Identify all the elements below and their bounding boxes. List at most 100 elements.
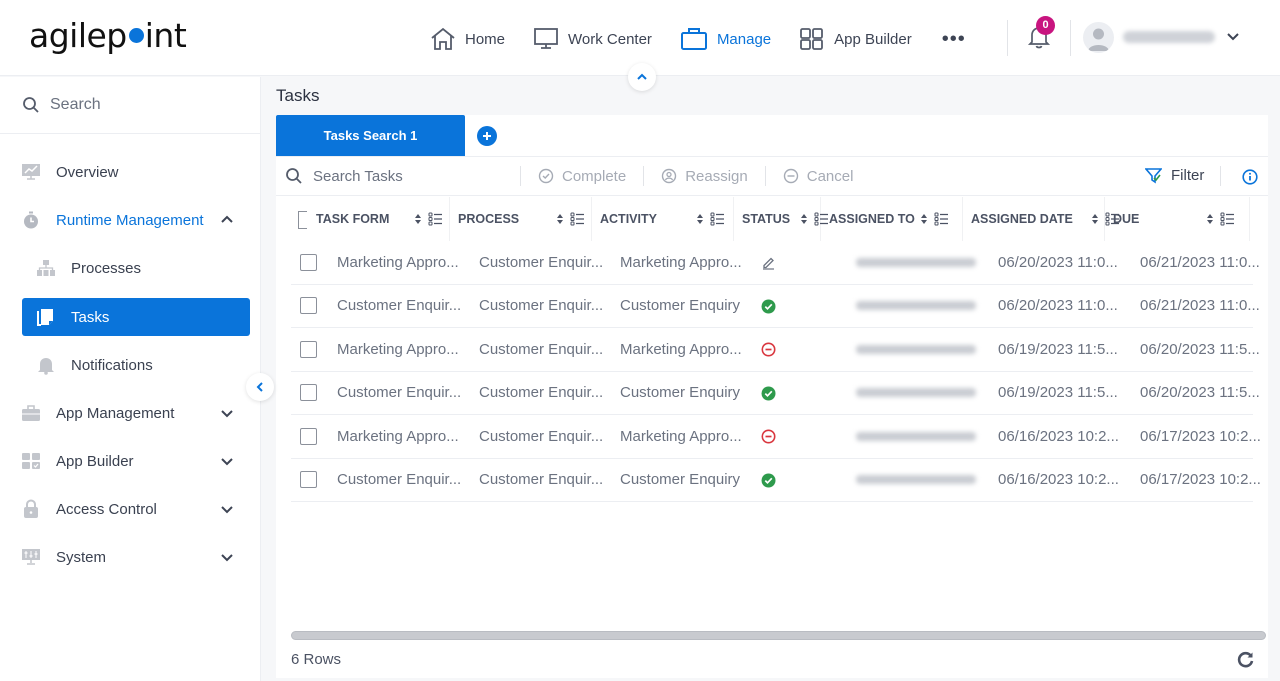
nav-home[interactable]: Home <box>430 24 505 54</box>
sidebar-item-tasks[interactable]: Tasks <box>22 298 250 336</box>
sidebar-item-runtime-management[interactable]: Runtime Management <box>0 201 261 239</box>
column-header[interactable]: ASSIGNED DATE <box>963 197 1119 241</box>
cell-task-form[interactable]: Marketing Appro... <box>337 254 459 271</box>
cell-assigned-date: 06/20/2023 11:0... <box>998 297 1118 315</box>
cell-status <box>761 473 776 492</box>
notification-badge: 0 <box>1036 16 1055 35</box>
collapse-header-button[interactable] <box>628 63 656 91</box>
cell-task-form[interactable]: Customer Enquir... <box>337 384 461 401</box>
complete-button[interactable]: Complete <box>521 168 643 185</box>
cell-assigned-to-blurred <box>856 475 976 485</box>
sort-icon[interactable] <box>414 213 422 225</box>
column-header[interactable]: ACTIVITY <box>592 197 734 241</box>
stopwatch-icon <box>21 210 41 230</box>
info-icon[interactable] <box>1242 169 1258 185</box>
cell-task-form[interactable]: Customer Enquir... <box>337 471 461 488</box>
grid-header: TASK FORM PROCESS ACTIVITY STATUS ASSIGNED T… <box>276 197 1268 241</box>
cell-task-form[interactable]: Marketing Appro... <box>337 341 459 358</box>
sidebar-item-system[interactable]: System <box>0 538 261 576</box>
refresh-icon[interactable] <box>1237 651 1255 669</box>
task-rows: Marketing Appro... Customer Enquir... Mark… <box>291 241 1261 502</box>
sort-icon[interactable] <box>556 213 564 225</box>
table-row[interactable]: Marketing Appro... Customer Enquir... Mark… <box>291 241 1260 285</box>
sidebar-item-access-control[interactable]: Access Control <box>0 490 261 528</box>
sort-icon[interactable] <box>696 213 704 225</box>
collapse-sidebar-button[interactable] <box>246 373 274 401</box>
select-all-checkbox[interactable] <box>298 211 307 229</box>
cell-task-form[interactable]: Customer Enquir... <box>337 297 461 314</box>
cancel-button[interactable]: Cancel <box>766 168 871 185</box>
sort-icon[interactable] <box>800 213 808 225</box>
username-blurred[interactable] <box>1123 31 1215 43</box>
row-checkbox[interactable] <box>300 384 317 402</box>
column-header[interactable]: STATUS <box>734 197 828 241</box>
nav-app-builder[interactable]: App Builder <box>799 24 912 54</box>
row-checkbox[interactable] <box>300 471 317 489</box>
chevron-down-icon[interactable] <box>1225 30 1241 44</box>
column-controls <box>408 212 443 226</box>
nav-manage[interactable]: Manage <box>680 24 771 54</box>
sidebar-search[interactable]: Search <box>0 77 260 134</box>
cell-assigned-date: 06/20/2023 11:0... <box>998 253 1118 271</box>
table-row[interactable]: Customer Enquir... Customer Enquir... Cust… <box>291 459 1261 502</box>
column-options-icon[interactable] <box>570 212 585 226</box>
search-tasks-input[interactable]: Search Tasks <box>276 167 520 185</box>
avatar[interactable] <box>1083 22 1114 53</box>
table-row[interactable]: Marketing Appro... Customer Enquir... Mark… <box>291 415 1261 459</box>
horizontal-scrollbar[interactable] <box>291 631 1266 640</box>
chevron-up-icon <box>221 215 233 223</box>
cell-status <box>761 386 776 405</box>
filter-icon <box>1145 167 1162 183</box>
cell-process: Customer Enquir... <box>479 427 604 445</box>
sidebar-item-app-builder[interactable]: App Builder <box>0 442 261 480</box>
cell-task-form[interactable]: Marketing Appro... <box>337 428 459 445</box>
cell-activity: Marketing Appro... <box>620 427 742 445</box>
row-checkbox[interactable] <box>300 297 317 315</box>
column-options-icon[interactable] <box>428 212 443 226</box>
table-row[interactable]: Customer Enquir... Customer Enquir... Cust… <box>291 372 1260 415</box>
more-menu-button[interactable]: ••• <box>942 28 966 51</box>
column-label: STATUS <box>742 212 791 226</box>
cell-assigned-date: 06/16/2023 10:2... <box>998 471 1119 489</box>
cell-activity: Customer Enquiry <box>620 384 741 402</box>
column-options-icon[interactable] <box>934 212 949 226</box>
sidebar-item-app-management[interactable]: App Management <box>0 394 261 432</box>
cell-process: Customer Enquir... <box>479 471 604 489</box>
column-header[interactable]: ASSIGNED TO <box>821 197 963 241</box>
tab-tasks-search-1[interactable]: Tasks Search 1 <box>276 115 465 156</box>
sidebar-item-processes[interactable]: Processes <box>0 249 261 287</box>
sidebar-item-overview[interactable]: Overview <box>0 153 261 191</box>
sort-icon[interactable] <box>1091 213 1099 225</box>
column-header[interactable]: PROCESS <box>450 197 592 241</box>
cell-activity: Marketing Appro... <box>620 253 742 271</box>
cell-activity: Customer Enquiry <box>620 471 741 489</box>
nav-work-center[interactable]: Work Center <box>533 24 652 54</box>
plus-icon <box>483 132 491 140</box>
cell-assigned-date: 06/19/2023 11:5... <box>998 340 1118 358</box>
logo-dot <box>128 28 144 43</box>
sidebar-item-notifications[interactable]: Notifications <box>0 346 261 384</box>
add-tab-button[interactable] <box>477 126 497 146</box>
reassign-button[interactable]: Reassign <box>644 168 765 185</box>
column-label: ASSIGNED DATE <box>971 212 1073 226</box>
sort-icon[interactable] <box>920 213 928 225</box>
home-icon <box>431 27 455 50</box>
column-header[interactable]: TASK FORM <box>276 197 450 241</box>
column-options-icon[interactable] <box>1220 212 1235 226</box>
column-label: DUE <box>1113 212 1140 226</box>
cell-process: Customer Enquir... <box>479 384 604 402</box>
row-checkbox[interactable] <box>300 340 317 358</box>
cell-process: Customer Enquir... <box>479 253 604 271</box>
table-row[interactable]: Customer Enquir... Customer Enquir... Cust… <box>291 285 1260 328</box>
row-checkbox[interactable] <box>300 427 317 445</box>
column-controls <box>550 212 585 226</box>
row-checkbox[interactable] <box>300 253 317 271</box>
table-row[interactable]: Marketing Appro... Customer Enquir... Mark… <box>291 328 1260 372</box>
cell-assigned-to-blurred <box>856 388 976 398</box>
agilepoint-logo[interactable]: agilep int <box>29 16 187 55</box>
column-header[interactable]: DUE <box>1105 197 1250 241</box>
cell-status <box>761 342 776 361</box>
sort-icon[interactable] <box>1206 213 1214 225</box>
filter-button[interactable]: Filter <box>1145 167 1204 184</box>
column-options-icon[interactable] <box>710 212 725 226</box>
